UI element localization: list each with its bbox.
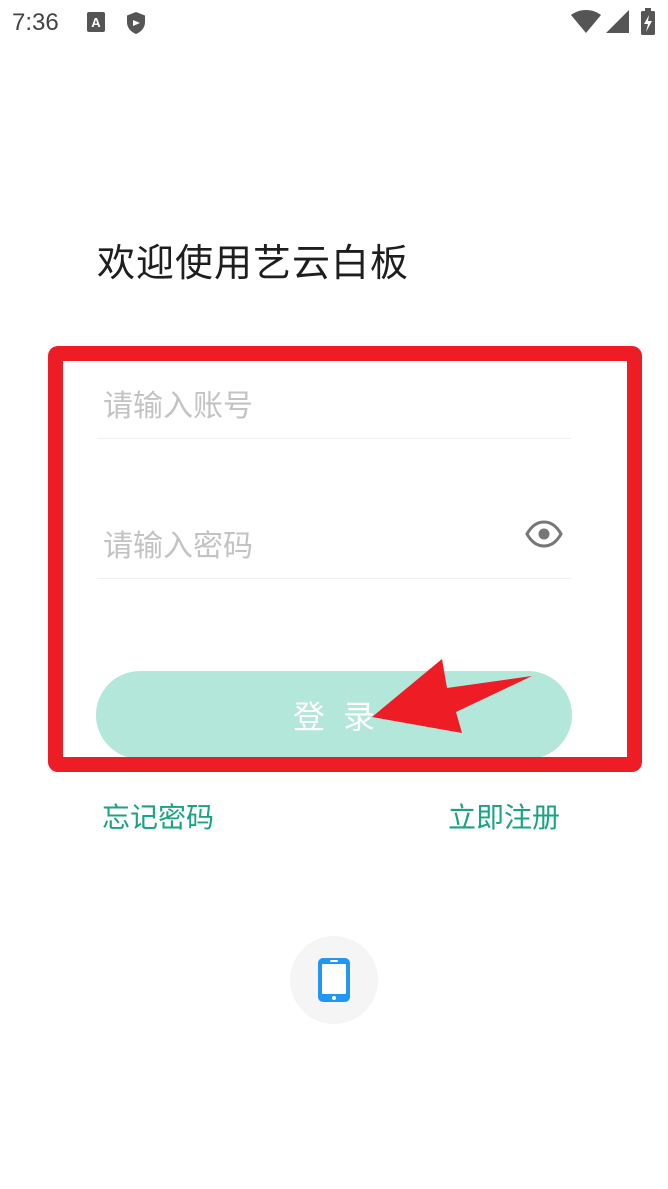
battery-charging-icon	[640, 8, 656, 40]
svg-text:A: A	[91, 15, 101, 30]
shield-icon	[125, 11, 147, 39]
welcome-title: 欢迎使用艺云白板	[97, 241, 410, 285]
phone-login-button[interactable]	[290, 936, 378, 1024]
annotation-highlight-box	[48, 346, 642, 772]
forgot-password-link[interactable]: 忘记密码	[102, 796, 214, 836]
status-bar: 7:36 A	[0, 0, 668, 48]
wifi-icon	[571, 10, 601, 38]
status-time: 7:36	[12, 9, 59, 36]
phone-icon	[318, 958, 350, 1002]
a-notification-icon: A	[86, 11, 106, 37]
register-link[interactable]: 立即注册	[448, 796, 560, 836]
signal-icon	[606, 10, 630, 38]
